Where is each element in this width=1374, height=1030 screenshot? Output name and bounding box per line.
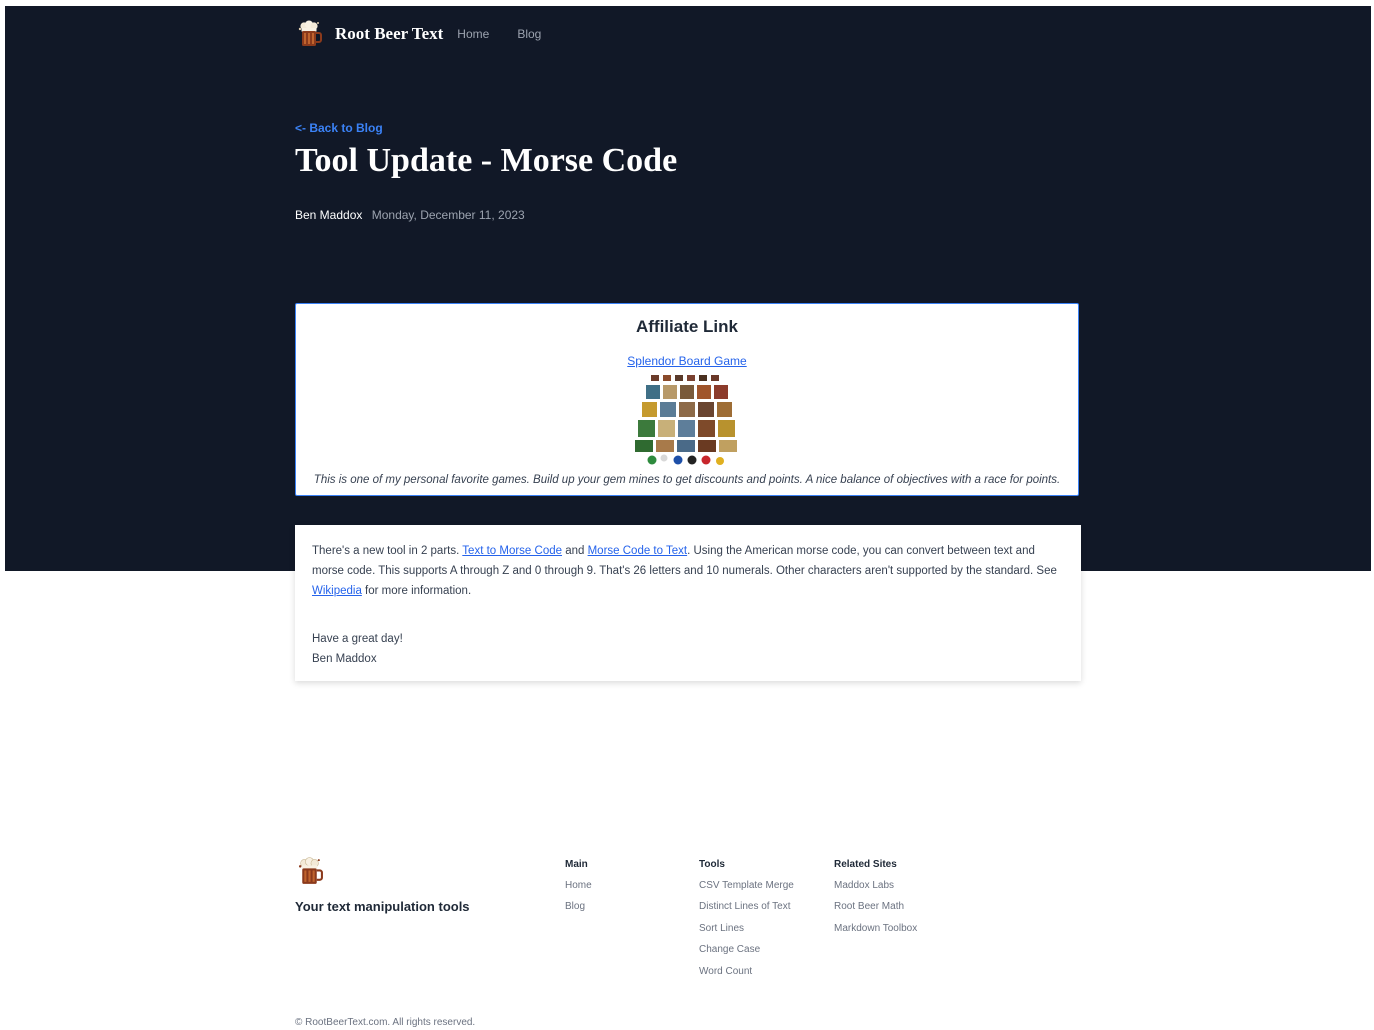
affiliate-heading: Affiliate Link xyxy=(635,317,738,336)
footer-link-distinct-lines[interactable]: Distinct Lines of Text xyxy=(699,901,794,914)
footer-link-maddox-labs[interactable]: Maddox Labs xyxy=(834,880,917,893)
post-paragraph: There's a new tool in 2 parts. Text to M… xyxy=(312,541,1064,601)
post-byline: Ben Maddox Monday, December 11, 2023 xyxy=(295,208,525,222)
board-game-image[interactable] xyxy=(632,372,742,468)
post-body-card: There's a new tool in 2 parts. Text to M… xyxy=(295,525,1081,681)
post-author: Ben Maddox xyxy=(295,208,363,222)
root-beer-mug-icon[interactable] xyxy=(295,20,323,48)
footer-column-main: Main Home Blog xyxy=(565,859,592,923)
footer-link-sort-lines[interactable]: Sort Lines xyxy=(699,923,794,936)
post-signoff: Have a great day! xyxy=(312,633,403,645)
footer-link-root-beer-math[interactable]: Root Beer Math xyxy=(834,901,917,914)
footer-link-home[interactable]: Home xyxy=(565,880,592,893)
root-beer-mug-icon[interactable] xyxy=(295,857,324,886)
wikipedia-link[interactable]: Wikipedia xyxy=(312,585,362,597)
body-text-2: and xyxy=(562,545,588,557)
nav-blog-link[interactable]: Blog xyxy=(517,27,541,41)
footer-link-markdown-toolbox[interactable]: Markdown Toolbox xyxy=(834,923,917,936)
footer-link-blog[interactable]: Blog xyxy=(565,901,592,914)
footer-column-title: Related Sites xyxy=(834,859,897,870)
nav-home-link[interactable]: Home xyxy=(457,27,489,41)
footer-column-related-sites: Related Sites Maddox Labs Root Beer Math… xyxy=(834,859,917,944)
copyright-notice: © RootBeerText.com. All rights reserved. xyxy=(295,1017,476,1028)
post-title: Tool Update - Morse Code xyxy=(295,142,678,179)
footer-column-tools: Tools CSV Template Merge Distinct Lines … xyxy=(699,859,794,987)
post-signature: Ben Maddox xyxy=(312,653,377,665)
post-date: Monday, December 11, 2023 xyxy=(371,208,525,222)
top-nav: Root Beer Text Home Blog xyxy=(295,20,541,48)
footer-link-csv-template-merge[interactable]: CSV Template Merge xyxy=(699,880,794,893)
footer-column-title: Main xyxy=(565,859,588,870)
morse-to-text-link[interactable]: Morse Code to Text xyxy=(588,545,688,557)
body-text-4: for more information. xyxy=(361,585,472,597)
footer-link-change-case[interactable]: Change Case xyxy=(699,944,794,957)
footer-column-title: Tools xyxy=(699,859,725,870)
body-text-1: There's a new tool in 2 parts. xyxy=(312,545,463,557)
back-to-blog-link[interactable]: <- Back to Blog xyxy=(295,121,383,135)
brand-link[interactable]: Root Beer Text xyxy=(335,24,443,44)
affiliate-caption: This is one of my personal favorite game… xyxy=(313,474,1061,486)
footer-tagline: Your text manipulation tools xyxy=(295,899,470,914)
affiliate-product-link[interactable]: Splendor Board Game xyxy=(627,354,746,368)
footer-link-word-count[interactable]: Word Count xyxy=(699,966,794,979)
text-to-morse-link[interactable]: Text to Morse Code xyxy=(462,545,562,557)
affiliate-box: Affiliate Link Splendor Board Game This … xyxy=(295,303,1079,496)
